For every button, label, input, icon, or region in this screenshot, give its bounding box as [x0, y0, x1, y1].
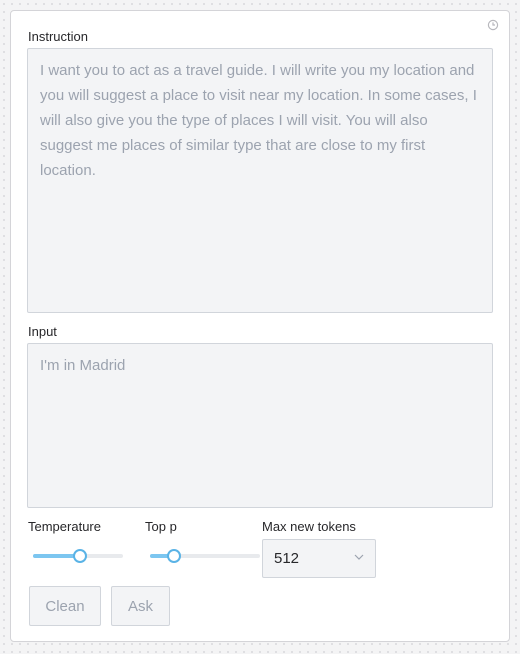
temperature-slider[interactable] [33, 549, 123, 563]
input-textarea[interactable]: I'm in Madrid [27, 343, 493, 508]
top-p-slider[interactable] [150, 549, 260, 563]
top-p-label: Top p [145, 519, 177, 534]
top-p-slider-group: Top p [145, 519, 270, 564]
chevron-down-icon [354, 554, 364, 560]
instruction-label: Instruction [28, 29, 88, 44]
temperature-slider-group: Temperature [28, 519, 148, 564]
clean-button[interactable]: Clean [29, 586, 101, 626]
input-label: Input [28, 324, 57, 339]
temperature-label: Temperature [28, 519, 101, 534]
llm-prompt-panel: Instruction I want you to act as a trave… [10, 10, 510, 642]
max-new-tokens-label: Max new tokens [262, 519, 356, 534]
instruction-textarea[interactable]: I want you to act as a travel guide. I w… [27, 48, 493, 313]
ask-button[interactable]: Ask [111, 586, 170, 626]
top-p-slider-thumb[interactable] [167, 549, 181, 563]
max-new-tokens-select[interactable]: 512 [262, 539, 376, 578]
clock-icon [487, 19, 499, 31]
max-new-tokens-value: 512 [274, 550, 300, 567]
temperature-slider-thumb[interactable] [73, 549, 87, 563]
